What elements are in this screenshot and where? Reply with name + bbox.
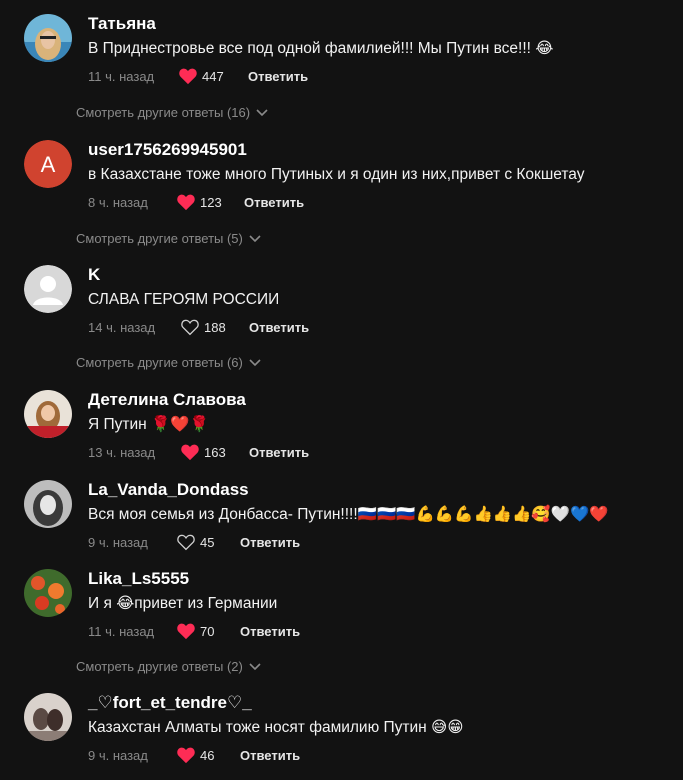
like-button[interactable]: 163 bbox=[180, 443, 226, 461]
heart-filled-icon bbox=[181, 444, 199, 461]
reply-button[interactable]: Ответить bbox=[240, 535, 300, 550]
like-button[interactable]: 46 bbox=[176, 746, 214, 764]
comment-meta: 13 ч. назад 163 Ответить bbox=[88, 443, 488, 463]
heart-filled-icon bbox=[177, 747, 195, 764]
view-more-replies-label: Смотреть другие ответы (5) bbox=[76, 231, 243, 246]
view-more-replies[interactable]: Смотреть другие ответы (2) bbox=[76, 659, 261, 674]
like-count: 70 bbox=[200, 623, 215, 639]
timestamp: 8 ч. назад bbox=[88, 195, 148, 210]
username[interactable]: user1756269945901 bbox=[88, 140, 247, 160]
like-count: 188 bbox=[204, 319, 226, 335]
reply-button[interactable]: Ответить bbox=[248, 69, 308, 84]
comment-meta: 11 ч. назад 70 Ответить bbox=[88, 622, 488, 642]
comment-meta: 14 ч. назад 188 Ответить bbox=[88, 318, 488, 338]
chevron-down-icon bbox=[249, 662, 261, 670]
avatar[interactable] bbox=[24, 14, 72, 62]
like-count: 163 bbox=[204, 444, 226, 460]
avatar[interactable]: A bbox=[24, 140, 72, 188]
comment-text: СЛАВА ГЕРОЯМ РОССИИ bbox=[88, 291, 280, 308]
view-more-replies-label: Смотреть другие ответы (6) bbox=[76, 355, 243, 370]
comment-text: в Казахстане тоже много Путиных и я один… bbox=[88, 166, 585, 183]
comment-text: Казахстан Алматы тоже носят фамилию Пути… bbox=[88, 719, 464, 736]
like-button[interactable]: 447 bbox=[178, 67, 224, 85]
heart-filled-icon bbox=[177, 194, 195, 211]
comment-text: Вся моя семья из Донбасса- Путин!!!!🇷🇺🇷🇺… bbox=[88, 506, 609, 523]
avatar[interactable] bbox=[24, 265, 72, 313]
comment-meta: 9 ч. назад 46 Ответить bbox=[88, 746, 488, 766]
reply-button[interactable]: Ответить bbox=[240, 624, 300, 639]
avatar-letter: A bbox=[41, 152, 56, 177]
heart-outline-icon bbox=[181, 319, 199, 336]
chevron-down-icon bbox=[256, 108, 268, 116]
timestamp: 11 ч. назад bbox=[88, 69, 155, 84]
like-button[interactable]: 188 bbox=[180, 318, 226, 336]
like-button[interactable]: 45 bbox=[176, 533, 214, 551]
avatar[interactable] bbox=[24, 569, 72, 617]
comment-text: Я Путин 🌹❤️🌹 bbox=[88, 415, 209, 435]
avatar[interactable] bbox=[24, 390, 72, 438]
like-count: 46 bbox=[200, 747, 215, 763]
timestamp: 11 ч. назад bbox=[88, 624, 155, 639]
like-count: 123 bbox=[200, 194, 222, 210]
chevron-down-icon bbox=[249, 358, 261, 366]
like-count: 447 bbox=[202, 68, 224, 84]
reply-button[interactable]: Ответить bbox=[249, 445, 309, 460]
heart-filled-icon bbox=[179, 68, 197, 85]
view-more-replies-label: Смотреть другие ответы (16) bbox=[76, 105, 251, 120]
view-more-replies[interactable]: Смотреть другие ответы (5) bbox=[76, 231, 261, 246]
view-more-replies-label: Смотреть другие ответы (2) bbox=[76, 659, 243, 674]
view-more-replies[interactable]: Смотреть другие ответы (16) bbox=[76, 105, 268, 120]
comment-text: В Приднестровье все под одной фамилией!!… bbox=[88, 40, 554, 57]
heart-filled-icon bbox=[177, 623, 195, 640]
username[interactable]: Детелина Славова bbox=[88, 390, 246, 410]
view-more-replies[interactable]: Смотреть другие ответы (6) bbox=[76, 355, 261, 370]
username[interactable]: Lika_Ls5555 bbox=[88, 569, 189, 589]
username[interactable]: La_Vanda_Dondass bbox=[88, 480, 249, 500]
comment-meta: 11 ч. назад 447 Ответить bbox=[88, 67, 488, 87]
username[interactable]: _♡fort_et_tendre♡_ bbox=[88, 693, 252, 713]
reply-button[interactable]: Ответить bbox=[249, 320, 309, 335]
timestamp: 9 ч. назад bbox=[88, 748, 148, 763]
avatar[interactable] bbox=[24, 693, 72, 741]
comment-text: И я 😂привет из Германии bbox=[88, 595, 278, 612]
chevron-down-icon bbox=[249, 234, 261, 242]
timestamp: 13 ч. назад bbox=[88, 445, 156, 460]
reply-button[interactable]: Ответить bbox=[244, 195, 304, 210]
like-button[interactable]: 70 bbox=[176, 622, 214, 640]
avatar[interactable] bbox=[24, 480, 72, 528]
comment-text-value: Я Путин 🌹❤️🌹 bbox=[88, 416, 209, 433]
reply-button[interactable]: Ответить bbox=[240, 748, 300, 763]
heart-outline-icon bbox=[177, 534, 195, 551]
like-count: 45 bbox=[200, 534, 215, 550]
username[interactable]: Татьяна bbox=[88, 14, 156, 34]
like-button[interactable]: 123 bbox=[176, 193, 222, 211]
timestamp: 14 ч. назад bbox=[88, 320, 156, 335]
comment-meta: 9 ч. назад 45 Ответить bbox=[88, 533, 488, 553]
comment-meta: 8 ч. назад 123 Ответить bbox=[88, 193, 488, 213]
username[interactable]: K bbox=[88, 265, 100, 285]
timestamp: 9 ч. назад bbox=[88, 535, 148, 550]
